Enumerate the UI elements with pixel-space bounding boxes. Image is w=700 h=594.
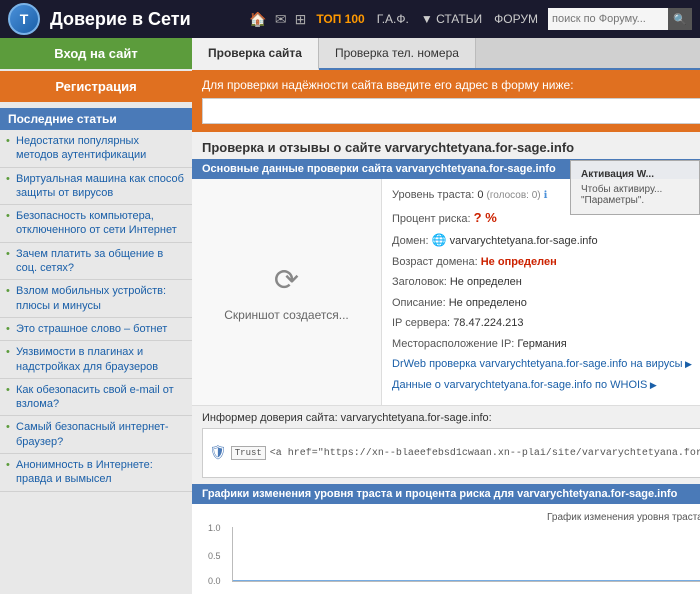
graph-label-bot: 0.0 <box>208 576 221 586</box>
informer-logo: 🛡 <box>209 445 227 462</box>
login-button[interactable]: Вход на сайт <box>0 38 192 69</box>
informer-title: Информер доверия сайта: varvarychtetyana… <box>202 412 700 424</box>
main-content: Проверка сайта Проверка тел. номера Для … <box>192 38 700 594</box>
search-icon: 🔍 <box>673 13 687 26</box>
whois-link-row: Данные о varvarychtetyana.for-sage.info … <box>392 377 700 394</box>
drweb-link-row: DrWeb проверка varvarychtetyana.for-sage… <box>392 356 700 373</box>
ip-row: IP сервера: 78.47.224.213 <box>392 315 700 332</box>
logo: Т <box>8 3 40 35</box>
nav-faq[interactable]: Г.А.Ф. <box>377 12 409 26</box>
trust-level-value: 0 <box>477 189 483 201</box>
header: Т Доверие в Сети 🏠 ✉ ⊞ ТОП 100 Г.А.Ф. ▼ … <box>0 0 700 38</box>
graph-axes <box>232 527 700 582</box>
nav-forum[interactable]: ФОРУМ <box>494 12 538 26</box>
percent-label: Процент риска: <box>392 213 471 225</box>
trust-level-label: Уровень траста: <box>392 189 474 201</box>
sidebar-article-2[interactable]: Безопасность компьютера, отключенного от… <box>0 205 192 243</box>
graph-section: Графики изменения уровня траста и процен… <box>192 484 700 594</box>
graph-header: Графики изменения уровня траста и процен… <box>192 484 700 504</box>
informer-section: Информер доверия сайта: varvarychtetyana… <box>192 406 700 484</box>
check-form-row: ПРОВЕРКА САЙТА <box>202 98 700 124</box>
nav-icons-area: 🏠 ✉ ⊞ <box>249 11 306 28</box>
site-url-input[interactable] <box>202 98 700 124</box>
recent-articles-title: Последние статьи <box>0 108 192 130</box>
nav-links: ТОП 100 Г.А.Ф. ▼ СТАТЬИ ФОРУМ <box>316 12 538 26</box>
sidebar-articles: Недостатки популярных методов аутентифик… <box>0 130 192 492</box>
drweb-link[interactable]: DrWeb проверка varvarychtetyana.for-sage… <box>392 358 692 370</box>
windows-activation-overlay: Активация W... Чтобы активиру... "Параме… <box>570 160 700 215</box>
check-form-area: Для проверки надёжности сайта введите ег… <box>192 70 700 132</box>
location-value: Германия <box>517 338 566 350</box>
layout: Вход на сайт Регистрация Последние стать… <box>0 38 700 594</box>
trust-votes: (голосов: 0) <box>487 190 541 201</box>
percent-value: ? % <box>474 210 497 225</box>
logo-letter: Т <box>20 11 29 27</box>
graph-area: График изменения уровня траста для varva… <box>192 504 700 594</box>
domain-value: varvarychtetyana.for-sage.info <box>450 235 598 247</box>
sidebar-article-9[interactable]: Анонимность в Интернете: правда и вымысе… <box>0 454 192 492</box>
sidebar-article-7[interactable]: Как обезопасить свой e-mail от взлома? <box>0 379 192 417</box>
domain-age-row: Возраст домена: Не определен <box>392 254 700 271</box>
age-value: Не определен <box>481 256 557 268</box>
tabs-bar: Проверка сайта Проверка тел. номера <box>192 38 700 70</box>
search-input[interactable] <box>548 8 668 30</box>
location-label: Месторасположение IP: <box>392 338 514 350</box>
nav-top100[interactable]: ТОП 100 <box>316 12 364 26</box>
grid-icon[interactable]: ⊞ <box>295 11 307 28</box>
description-label: Описание: <box>392 297 446 309</box>
site-title: Доверие в Сети <box>50 9 239 30</box>
win-activation-title: Активация W... <box>581 169 689 180</box>
domain-label: Домен: <box>392 235 429 247</box>
age-label: Возраст домена: <box>392 256 478 268</box>
globe-icon: 🌐 <box>432 233 447 247</box>
search-button[interactable]: 🔍 <box>668 8 692 30</box>
description-value: Не определено <box>449 297 527 309</box>
info-icon: ℹ <box>544 190 548 201</box>
loading-icon: ⟳ <box>274 263 299 298</box>
sidebar-article-8[interactable]: Самый безопасный интернет-браузер? <box>0 416 192 454</box>
ip-value: 78.47.224.213 <box>453 317 523 329</box>
tab-check-site[interactable]: Проверка сайта <box>192 38 319 70</box>
sidebar-article-1[interactable]: Виртуальная машина как способ защиты от … <box>0 168 192 206</box>
informer-code-area: 🛡 Trust <a href="https://xn--blaeefebsd1… <box>202 428 700 478</box>
graph-label-top: 1.0 <box>208 523 221 533</box>
search-box: 🔍 <box>548 8 692 30</box>
ip-label: IP сервера: <box>392 317 450 329</box>
screenshot-area: ⟳ Скриншот создается... <box>192 179 382 405</box>
informer-code[interactable]: <a href="https://xn--blaeefebsd1cwaan.xn… <box>270 448 700 459</box>
home-icon[interactable]: 🏠 <box>249 11 266 28</box>
sidebar-article-3[interactable]: Зачем платить за общение в соц. сетях? <box>0 243 192 281</box>
check-form-label: Для проверки надёжности сайта введите ег… <box>202 78 700 92</box>
sidebar-article-6[interactable]: Уязвимости в плагинах и надстройках для … <box>0 341 192 379</box>
sidebar: Вход на сайт Регистрация Последние стать… <box>0 38 192 594</box>
sidebar-article-4[interactable]: Взлом мобильных устройств: плюсы и минус… <box>0 280 192 318</box>
mail-icon[interactable]: ✉ <box>275 11 287 28</box>
header-label: Заголовок: <box>392 276 447 288</box>
description-row: Описание: Не определено <box>392 295 700 312</box>
whois-link[interactable]: Данные о varvarychtetyana.for-sage.info … <box>392 379 657 391</box>
header-value: Не определен <box>450 276 522 288</box>
tab-check-phone[interactable]: Проверка тел. номера <box>319 38 476 68</box>
location-row: Месторасположение IP: Германия <box>392 336 700 353</box>
graph-title: График изменения уровня траста для varva… <box>202 512 700 523</box>
sidebar-article-5[interactable]: Это страшное слово – ботнет <box>0 318 192 341</box>
trust-badge: Trust <box>231 446 266 460</box>
graph-svg <box>233 527 700 581</box>
graph-label-mid: 0.5 <box>208 551 221 561</box>
win-activation-text: Чтобы активиру... "Параметры". <box>581 184 689 206</box>
nav-articles[interactable]: ▼ СТАТЬИ <box>421 12 482 26</box>
header-row: Заголовок: Не определен <box>392 274 700 291</box>
screenshot-text: Скриншот создается... <box>224 308 349 322</box>
site-review-title: Проверка и отзывы о сайте varvarychtetya… <box>192 132 700 159</box>
screenshot-spinner: ⟳ Скриншот создается... <box>224 263 349 322</box>
register-button[interactable]: Регистрация <box>0 71 192 102</box>
domain-row: Домен: 🌐 varvarychtetyana.for-sage.info <box>392 231 700 250</box>
sidebar-article-0[interactable]: Недостатки популярных методов аутентифик… <box>0 130 192 168</box>
graph-canvas: 1.0 0.5 0.0 <box>232 527 700 582</box>
